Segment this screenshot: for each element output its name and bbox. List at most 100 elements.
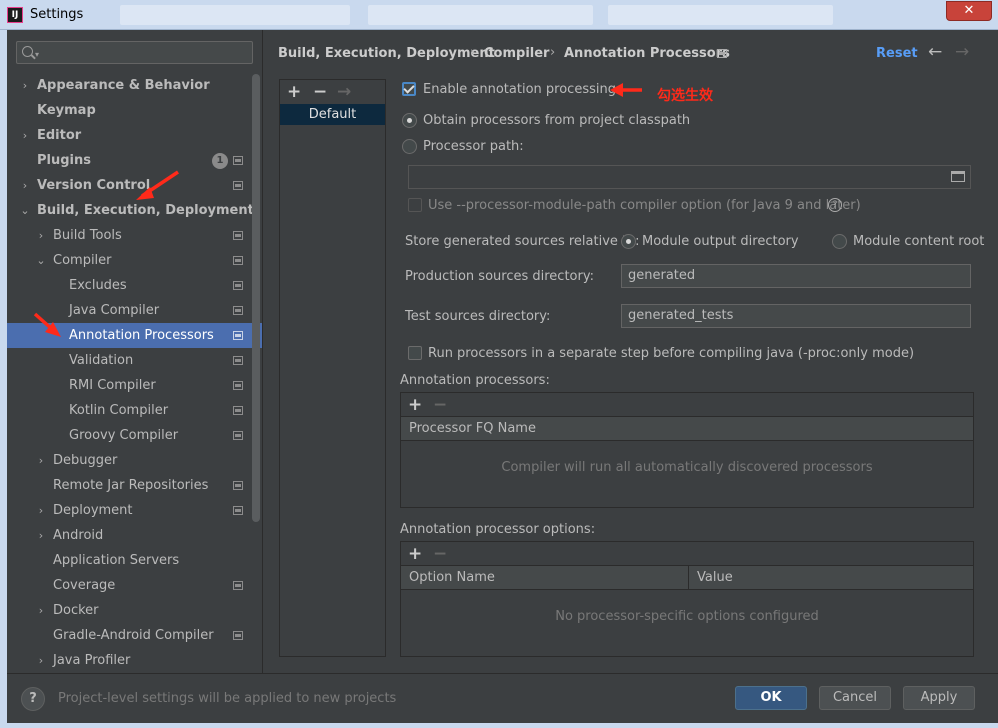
tree-item-java-profiler[interactable]: › Java Profiler bbox=[7, 648, 262, 673]
tree-item-rmi-compiler[interactable]: RMI Compiler bbox=[7, 373, 262, 398]
annotation-arrow bbox=[610, 83, 642, 97]
remove-processor-button[interactable]: − bbox=[433, 393, 447, 417]
chevron-right-icon[interactable]: › bbox=[35, 223, 47, 248]
update-count-badge: 1 bbox=[212, 153, 228, 169]
separate-step-checkbox[interactable] bbox=[408, 346, 422, 360]
tree-item-validation[interactable]: Validation bbox=[7, 348, 262, 373]
help-icon[interactable]: ? bbox=[828, 198, 842, 212]
chevron-down-icon[interactable]: ⌄ bbox=[19, 198, 31, 223]
tree-item-build-tools[interactable]: › Build Tools bbox=[7, 223, 262, 248]
window-frame bbox=[0, 30, 7, 728]
search-icon bbox=[22, 46, 33, 57]
processors-table-toolbar: + − bbox=[401, 393, 973, 417]
tree-item-application-servers[interactable]: Application Servers bbox=[7, 548, 262, 573]
separate-step-label[interactable]: Run processors in a separate step before… bbox=[428, 346, 914, 361]
remove-profile-button[interactable]: − bbox=[313, 80, 327, 104]
module-content-root-radio[interactable] bbox=[832, 234, 847, 249]
tree-item-label: Appearance & Behavior bbox=[37, 78, 210, 93]
ok-button[interactable]: OK bbox=[735, 686, 807, 710]
tree-item-label: Build Tools bbox=[53, 228, 122, 243]
tree-item-debugger[interactable]: › Debugger bbox=[7, 448, 262, 473]
obtain-from-classpath-radio[interactable] bbox=[402, 113, 417, 128]
tree-item-label: Annotation Processors bbox=[69, 328, 214, 343]
background-window-tab bbox=[608, 5, 833, 25]
production-sources-field[interactable]: generated bbox=[621, 264, 971, 288]
store-generated-label: Store generated sources relative to: bbox=[405, 234, 640, 249]
tree-item-remote-jar-repositories[interactable]: Remote Jar Repositories bbox=[7, 473, 262, 498]
intellij-app-icon: IJ bbox=[7, 7, 23, 23]
window-close-button[interactable]: ✕ bbox=[946, 1, 992, 21]
settings-search-input[interactable]: ▾ bbox=[16, 41, 253, 64]
chevron-right-icon[interactable]: › bbox=[35, 598, 47, 623]
tree-item-keymap[interactable]: Keymap bbox=[7, 98, 262, 123]
move-profile-button[interactable]: → bbox=[337, 80, 351, 104]
add-processor-button[interactable]: + bbox=[408, 393, 422, 417]
breadcrumb-separator: › bbox=[470, 45, 476, 60]
tree-item-android[interactable]: › Android bbox=[7, 523, 262, 548]
enable-annotation-processing-label[interactable]: Enable annotation processing bbox=[423, 82, 616, 97]
module-output-label[interactable]: Module output directory bbox=[642, 234, 799, 249]
reset-link[interactable]: Reset bbox=[876, 46, 918, 61]
tree-item-excludes[interactable]: Excludes bbox=[7, 273, 262, 298]
tree-item-label: Editor bbox=[37, 128, 82, 143]
add-option-button[interactable]: + bbox=[408, 542, 422, 566]
chevron-right-icon[interactable]: › bbox=[35, 498, 47, 523]
tree-item-kotlin-compiler[interactable]: Kotlin Compiler bbox=[7, 398, 262, 423]
processor-path-radio[interactable] bbox=[402, 139, 417, 154]
annotation-processors-table: + − Processor FQ Name Compiler will run … bbox=[400, 392, 974, 508]
processor-module-path-label[interactable]: Use --processor-module-path compiler opt… bbox=[428, 198, 861, 213]
folder-icon[interactable] bbox=[951, 171, 965, 182]
column-header-processor-fq-name[interactable]: Processor FQ Name bbox=[401, 417, 536, 441]
profiles-toolbar: + − → bbox=[280, 80, 385, 104]
enable-annotation-processing-checkbox[interactable] bbox=[402, 82, 416, 96]
project-level-icon bbox=[233, 181, 243, 190]
column-header-option-name[interactable]: Option Name bbox=[401, 566, 688, 590]
tree-item-label: Java Compiler bbox=[69, 303, 160, 318]
profiles-panel: + − → Default bbox=[279, 79, 386, 657]
tree-item-docker[interactable]: › Docker bbox=[7, 598, 262, 623]
tree-item-gradle-android-compiler[interactable]: Gradle-Android Compiler bbox=[7, 623, 262, 648]
chevron-right-icon[interactable]: › bbox=[19, 123, 31, 148]
apply-button[interactable]: Apply bbox=[903, 686, 975, 710]
module-output-radio[interactable] bbox=[621, 234, 636, 249]
annotation-processors-title: Annotation processors: bbox=[400, 373, 550, 388]
test-sources-label: Test sources directory: bbox=[405, 309, 551, 324]
project-level-icon bbox=[233, 356, 243, 365]
processor-path-label[interactable]: Processor path: bbox=[423, 139, 524, 154]
tree-item-compiler[interactable]: ⌄ Compiler bbox=[7, 248, 262, 273]
chevron-right-icon[interactable]: › bbox=[19, 73, 31, 98]
sidebar-scrollbar[interactable] bbox=[252, 74, 260, 522]
remove-option-button[interactable]: − bbox=[433, 542, 447, 566]
chevron-down-icon[interactable]: ⌄ bbox=[35, 248, 47, 273]
forward-arrow-icon[interactable]: → bbox=[955, 42, 969, 62]
tree-item-label: Debugger bbox=[53, 453, 118, 468]
processor-module-path-checkbox[interactable] bbox=[408, 198, 422, 212]
chevron-right-icon[interactable]: › bbox=[35, 523, 47, 548]
help-button[interactable]: ? bbox=[21, 687, 45, 711]
obtain-from-classpath-label[interactable]: Obtain processors from project classpath bbox=[423, 113, 690, 128]
tree-item-label: Groovy Compiler bbox=[69, 428, 179, 443]
module-content-root-label[interactable]: Module content root bbox=[853, 234, 984, 249]
tree-item-label: Keymap bbox=[37, 103, 96, 118]
options-table-header: Option Name Value bbox=[401, 566, 973, 590]
chevron-right-icon[interactable]: › bbox=[19, 173, 31, 198]
cancel-button[interactable]: Cancel bbox=[819, 686, 891, 710]
annotation-arrow bbox=[33, 312, 61, 337]
tree-item-label: Coverage bbox=[53, 578, 116, 593]
tree-item-coverage[interactable]: Coverage bbox=[7, 573, 262, 598]
tree-item-appearance-behavior[interactable]: › Appearance & Behavior bbox=[7, 73, 262, 98]
breadcrumb-item[interactable]: Build, Execution, Deployment bbox=[278, 46, 495, 61]
column-header-value[interactable]: Value bbox=[688, 566, 733, 590]
chevron-right-icon[interactable]: › bbox=[35, 448, 47, 473]
tree-item-editor[interactable]: › Editor bbox=[7, 123, 262, 148]
chevron-right-icon[interactable]: › bbox=[35, 648, 47, 673]
breadcrumb-item[interactable]: Compiler bbox=[484, 46, 549, 61]
processor-path-field[interactable] bbox=[408, 165, 971, 189]
add-profile-button[interactable]: + bbox=[287, 80, 301, 104]
settings-sidebar: ▾ › Appearance & Behavior Keymap › Edito… bbox=[7, 30, 262, 673]
tree-item-groovy-compiler[interactable]: Groovy Compiler bbox=[7, 423, 262, 448]
back-arrow-icon[interactable]: ← bbox=[928, 42, 942, 62]
test-sources-field[interactable]: generated_tests bbox=[621, 304, 971, 328]
profile-item-default[interactable]: Default bbox=[280, 104, 385, 125]
tree-item-deployment[interactable]: › Deployment bbox=[7, 498, 262, 523]
